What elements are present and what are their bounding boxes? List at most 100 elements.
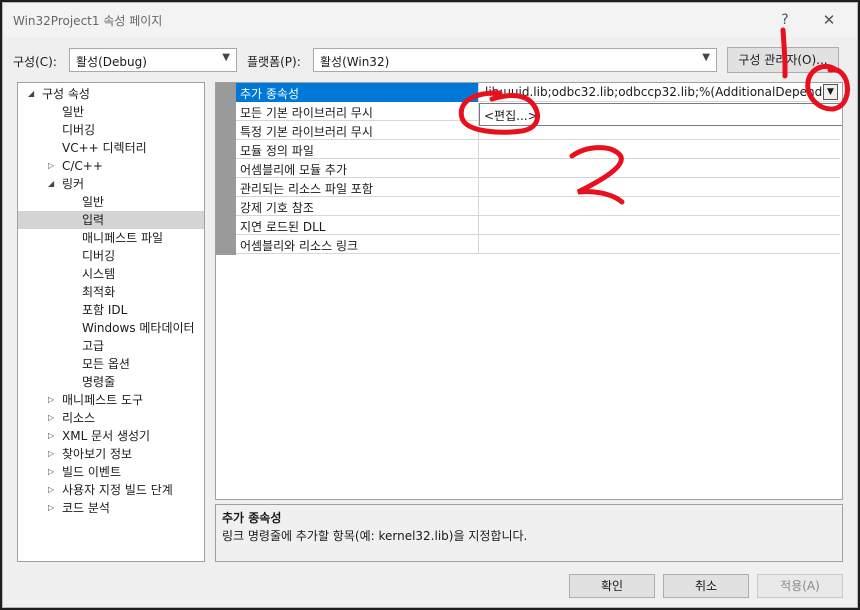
property-value-field[interactable] — [478, 235, 840, 254]
platform-value: 활성(Win32) — [320, 55, 390, 69]
ok-button[interactable]: 확인 — [569, 574, 655, 598]
tree-item[interactable]: 최적화 — [18, 283, 204, 301]
chevron-down-icon: ▼ — [827, 87, 834, 97]
tree-item[interactable]: 일반 — [18, 193, 204, 211]
collapse-icon[interactable]: ◢ — [48, 175, 54, 193]
configuration-select[interactable]: 활성(Debug) ▼ — [69, 48, 237, 72]
property-row[interactable]: 어셈블리와 리소스 링크 — [236, 235, 840, 254]
tree-item-label: 시스템 — [82, 267, 116, 281]
tree-item-label: 사용자 지정 빌드 단계 — [62, 483, 173, 497]
tree-item[interactable]: ▷ 찾아보기 정보 — [18, 445, 204, 463]
tree-item-label: 고급 — [82, 339, 105, 353]
property-name: 모듈 정의 파일 — [240, 144, 314, 158]
property-value-field[interactable] — [478, 197, 840, 216]
tree-item-label: 찾아보기 정보 — [62, 447, 133, 461]
tree-item[interactable]: 고급 — [18, 337, 204, 355]
property-value-field[interactable]: lib;uuid.lib;odbc32.lib;odbccp32.lib;%(A… — [478, 83, 840, 102]
expand-icon[interactable]: ▷ — [48, 427, 54, 445]
title-bar: Win32Project1 속성 페이지 ? ✕ — [3, 3, 857, 37]
tree-item[interactable]: 일반 — [18, 103, 204, 121]
property-grid: 추가 종속성 lib;uuid.lib;odbc32.lib;odbccp32.… — [215, 82, 843, 500]
expand-icon[interactable]: ▷ — [48, 157, 54, 175]
property-name: 추가 종속성 — [240, 87, 300, 101]
collapse-icon[interactable]: ◢ — [28, 85, 34, 103]
property-value-field[interactable] — [478, 178, 840, 197]
tree-item-label: 디버깅 — [82, 249, 116, 263]
tree-item[interactable]: ▷ C/C++ — [18, 157, 204, 175]
tree-item-label: 입력 — [82, 213, 105, 227]
platform-label: 플랫폼(P): — [247, 55, 301, 69]
tree-item[interactable]: 시스템 — [18, 265, 204, 283]
configuration-value: 활성(Debug) — [76, 55, 147, 69]
property-name: 특정 기본 라이브러리 무시 — [240, 125, 373, 139]
description-title: 추가 종속성 — [222, 511, 282, 525]
tree-item[interactable]: 디버깅 — [18, 247, 204, 265]
expand-icon[interactable]: ▷ — [48, 445, 54, 463]
property-tree: ◢ 구성 속성 일반 디버깅 VC++ 디렉터리 ▷ C/C++ ◢ 링커 일반… — [17, 82, 205, 562]
expand-icon[interactable]: ▷ — [48, 499, 54, 517]
expand-icon[interactable]: ▷ — [48, 463, 54, 481]
configuration-manager-button[interactable]: 구성 관리자(O)... — [727, 47, 839, 73]
tree-item-label: 매니페스트 도구 — [62, 393, 144, 407]
tree-item[interactable]: 포함 IDL — [18, 301, 204, 319]
tree-item-label: C/C++ — [62, 159, 103, 173]
tree-item[interactable]: ▷ 매니페스트 도구 — [18, 391, 204, 409]
property-row[interactable]: 모듈 정의 파일 — [236, 140, 840, 159]
tree-item[interactable]: ▷ XML 문서 생성기 — [18, 427, 204, 445]
tree-item-label: 링커 — [62, 177, 85, 191]
close-icon[interactable]: ✕ — [817, 9, 841, 31]
property-row[interactable]: 관리되는 리소스 파일 포함 — [236, 178, 840, 197]
tree-item-label: 최적화 — [82, 285, 116, 299]
tree-item-label: 포함 IDL — [82, 303, 128, 317]
property-row[interactable]: 강제 기호 참조 — [236, 197, 840, 216]
window-title: Win32Project1 속성 페이지 — [13, 14, 163, 28]
chevron-down-icon: ▼ — [222, 52, 230, 63]
platform-select[interactable]: 활성(Win32) ▼ — [313, 48, 717, 72]
tree-item[interactable]: ◢ 구성 속성 — [18, 85, 204, 103]
tree-item-label: 리소스 — [62, 411, 96, 425]
tree-item[interactable]: ▷ 사용자 지정 빌드 단계 — [18, 481, 204, 499]
property-name: 강제 기호 참조 — [240, 201, 314, 215]
edit-menu-item[interactable]: <편집...> — [484, 107, 538, 124]
expand-icon[interactable]: ▷ — [48, 409, 54, 427]
property-value-field[interactable] — [478, 159, 840, 178]
tree-item[interactable]: 명령줄 — [18, 373, 204, 391]
tree-item[interactable]: ▷ 빌드 이벤트 — [18, 463, 204, 481]
tree-item-label: 명령줄 — [82, 375, 116, 389]
tree-item[interactable]: ◢ 링커 — [18, 175, 204, 193]
tree-item-label: 매니페스트 파일 — [82, 231, 164, 245]
property-row-selected[interactable]: 추가 종속성 lib;uuid.lib;odbc32.lib;odbccp32.… — [236, 83, 840, 102]
property-value-field[interactable] — [478, 216, 840, 235]
tree-item[interactable]: VC++ 디렉터리 — [18, 139, 204, 157]
tree-item-label: Windows 메타데이터 — [82, 321, 195, 335]
property-row[interactable]: 어셈블리에 모듈 추가 — [236, 159, 840, 178]
chevron-down-icon: ▼ — [702, 52, 710, 63]
grid-gutter — [216, 83, 236, 255]
expand-icon[interactable]: ▷ — [48, 391, 54, 409]
dropdown-popup: <편집...> — [479, 103, 842, 126]
property-value-field[interactable] — [478, 140, 840, 159]
expand-icon[interactable]: ▷ — [48, 481, 54, 499]
tree-item-label: VC++ 디렉터리 — [62, 141, 147, 155]
property-name: 어셈블리에 모듈 추가 — [240, 163, 347, 177]
tree-item[interactable]: 디버깅 — [18, 121, 204, 139]
tree-item-label: 일반 — [62, 105, 85, 119]
tree-item[interactable]: ▷ 리소스 — [18, 409, 204, 427]
tree-item-label: 일반 — [82, 195, 105, 209]
property-value: lib;uuid.lib;odbc32.lib;odbccp32.lib;%(A… — [485, 85, 825, 99]
property-name: 모든 기본 라이브러리 무시 — [240, 106, 373, 120]
tree-item[interactable]: ▷ 코드 분석 — [18, 499, 204, 517]
configuration-label: 구성(C): — [13, 55, 57, 69]
tree-item[interactable]: Windows 메타데이터 — [18, 319, 204, 337]
dropdown-button[interactable]: ▼ — [823, 84, 838, 100]
apply-button[interactable]: 적용(A) — [757, 574, 843, 598]
description-text: 링크 명령줄에 추가할 항목(예: kernel32.lib)을 지정합니다. — [222, 529, 528, 543]
tree-item[interactable]: 매니페스트 파일 — [18, 229, 204, 247]
property-row[interactable]: 지연 로드된 DLL — [236, 216, 840, 235]
tree-item-selected[interactable]: 입력 — [18, 211, 204, 229]
help-icon[interactable]: ? — [773, 9, 797, 31]
tree-item-label: 구성 속성 — [42, 87, 90, 101]
tree-item[interactable]: 모든 옵션 — [18, 355, 204, 373]
cancel-button[interactable]: 취소 — [663, 574, 749, 598]
description-panel: 추가 종속성 링크 명령줄에 추가할 항목(예: kernel32.lib)을 … — [215, 504, 843, 562]
